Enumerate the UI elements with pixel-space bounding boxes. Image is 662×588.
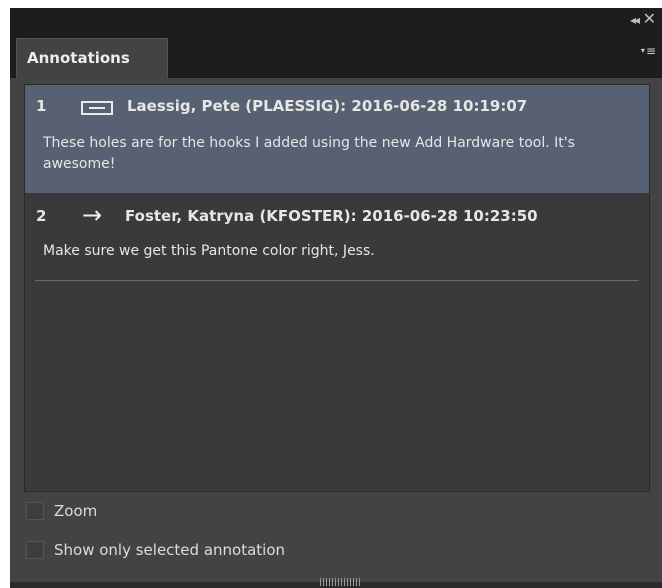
rectangle-icon xyxy=(81,101,113,115)
zoom-option[interactable]: Zoom xyxy=(26,500,97,522)
annotation-number: 2 xyxy=(36,207,47,225)
show-selected-option[interactable]: Show only selected annotation xyxy=(26,539,285,561)
annotation-body: These holes are for the hooks I added us… xyxy=(43,135,575,172)
annotation-item[interactable]: 1 Laessig, Pete (PLAESSIG): 2016-06-28 1… xyxy=(25,85,649,193)
show-selected-label: Show only selected annotation xyxy=(54,541,286,559)
tab-row: Annotations ▾≡ xyxy=(10,36,662,78)
annotation-number: 1 xyxy=(36,97,47,115)
show-selected-checkbox[interactable] xyxy=(26,541,44,559)
annotation-author: Foster, Katryna (KFOSTER): 2016-06-28 10… xyxy=(125,207,538,225)
close-panel-icon[interactable]: ✕ xyxy=(643,11,656,27)
annotations-panel: ◂◂ ✕ Annotations ▾≡ 1 Laessig, Pete (PLA… xyxy=(10,8,662,588)
resize-grip-icon[interactable] xyxy=(320,578,360,586)
zoom-label: Zoom xyxy=(54,502,98,520)
annotation-body: Make sure we get this Pantone color righ… xyxy=(43,243,375,259)
collapse-panel-icon[interactable]: ◂◂ xyxy=(630,13,640,27)
panel-titlebar: ◂◂ ✕ xyxy=(10,8,662,36)
divider xyxy=(35,280,639,281)
panel-menu-icon[interactable]: ▾≡ xyxy=(641,44,656,58)
arrow-right-icon: → xyxy=(82,201,103,229)
annotation-author: Laessig, Pete (PLAESSIG): 2016-06-28 10:… xyxy=(127,97,528,115)
zoom-checkbox[interactable] xyxy=(26,502,44,520)
annotation-item[interactable]: 2 → Foster, Katryna (KFOSTER): 2016-06-2… xyxy=(25,195,649,285)
annotation-list: 1 Laessig, Pete (PLAESSIG): 2016-06-28 1… xyxy=(24,84,650,492)
tab-annotations[interactable]: Annotations xyxy=(16,38,168,78)
